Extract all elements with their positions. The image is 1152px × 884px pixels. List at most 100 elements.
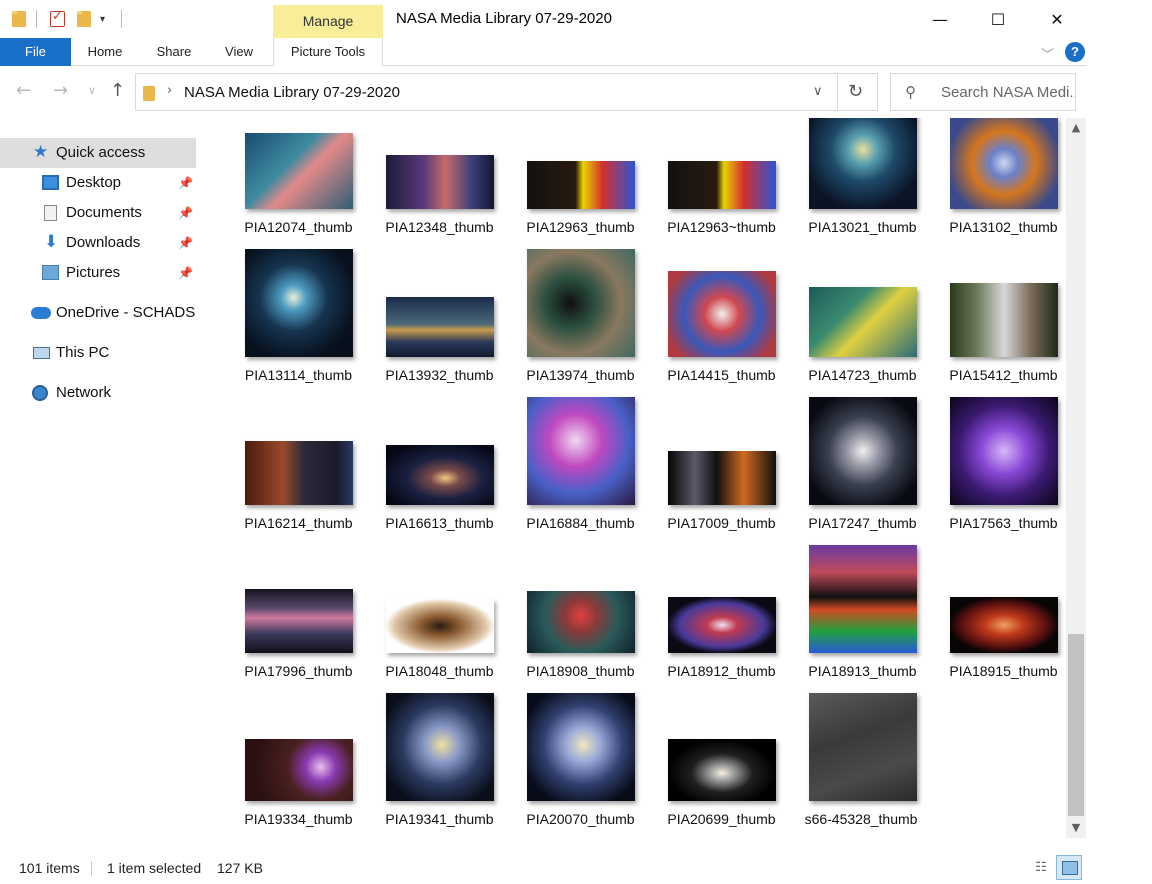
nav-item-label: Pictures <box>66 264 121 281</box>
recent-locations-chevron-icon[interactable]: ∨ <box>88 84 96 97</box>
file-name: PIA17009_thumb <box>667 515 776 531</box>
vertical-scrollbar[interactable]: ▲ ▼ <box>1066 118 1086 838</box>
image-thumbnail <box>244 739 353 801</box>
file-name: PIA19341_thumb <box>385 811 494 827</box>
nav-item-pictures[interactable]: Pictures 📌 <box>0 258 196 288</box>
tab-view[interactable]: View <box>215 38 263 66</box>
pin-icon[interactable]: 📌 <box>178 228 193 258</box>
properties-icon[interactable] <box>50 9 65 29</box>
pin-icon[interactable]: 📌 <box>178 258 193 288</box>
address-dropdown-chevron-icon[interactable]: ∨ <box>813 84 823 99</box>
nav-item-downloads[interactable]: ⬇ Downloads 📌 <box>0 228 196 258</box>
pin-icon[interactable]: 📌 <box>178 168 193 198</box>
back-arrow-icon[interactable]: ← <box>16 80 31 101</box>
thumbnail-frame <box>651 395 792 505</box>
nav-item-label: Desktop <box>66 174 122 191</box>
nav-item-network[interactable]: Network <box>0 378 196 408</box>
toolbar-separator <box>36 10 37 28</box>
image-thumbnail <box>667 161 776 209</box>
expand-ribbon-chevron-icon[interactable]: ﹀ <box>1041 44 1054 63</box>
scrollbar-thumb[interactable] <box>1068 634 1084 816</box>
new-folder-icon[interactable] <box>77 9 91 29</box>
nav-item-quick-access[interactable]: ★ Quick access <box>0 138 196 168</box>
manage-tab-group[interactable]: Manage <box>273 5 383 38</box>
nav-item-label: Network <box>56 384 112 401</box>
nav-item-label: OneDrive - SCHADS <box>56 304 196 321</box>
thumbnail-frame <box>933 395 1066 505</box>
image-thumbnail <box>808 118 917 209</box>
address-bar[interactable]: › NASA Media Library 07-29-2020 ∨ ↻ <box>135 73 878 111</box>
thumbnail-frame <box>651 691 792 801</box>
image-thumbnail <box>385 599 494 653</box>
file-name: PIA17996_thumb <box>244 663 353 679</box>
file-name: PIA13102_thumb <box>949 219 1058 235</box>
file-name: PIA17563_thumb <box>949 515 1058 531</box>
status-divider <box>91 861 92 876</box>
large-icons-view-icon[interactable] <box>1056 855 1082 880</box>
item-count: 101 items <box>19 860 80 876</box>
nav-item-documents[interactable]: Documents 📌 <box>0 198 196 228</box>
thumbnail-frame <box>228 543 369 653</box>
pin-icon[interactable]: 📌 <box>178 198 193 228</box>
tab-home[interactable]: Home <box>79 38 131 66</box>
help-button[interactable]: ? <box>1065 42 1085 62</box>
image-thumbnail <box>949 397 1058 505</box>
search-placeholder: Search NASA Medi... <box>941 84 1075 101</box>
tab-file[interactable]: File <box>0 38 71 66</box>
image-thumbnail <box>526 249 635 357</box>
thumbnail-frame <box>792 691 933 801</box>
thumbnail-frame <box>228 395 369 505</box>
file-name: PIA20070_thumb <box>526 811 635 827</box>
file-name: PIA16884_thumb <box>526 515 635 531</box>
thumbnail-frame <box>651 247 792 357</box>
thumbnail-frame <box>228 691 369 801</box>
file-name: PIA14723_thumb <box>808 367 917 383</box>
file-grid: PIA12074_thumb PIA12348_thumb PIA12963_thu… <box>200 118 1066 838</box>
file-name: PIA12963~thumb <box>667 219 776 235</box>
chevron-right-icon[interactable]: › <box>167 83 172 98</box>
image-thumbnail <box>385 693 494 801</box>
nav-item-label: This PC <box>56 344 110 361</box>
up-arrow-icon[interactable]: ↑ <box>110 80 125 101</box>
file-name: PIA18908_thumb <box>526 663 635 679</box>
image-thumbnail <box>808 287 917 357</box>
customize-toolbar-dropdown-icon[interactable]: ▾ <box>100 9 105 29</box>
tab-share[interactable]: Share <box>148 38 200 66</box>
nav-item-label: Documents <box>66 204 142 221</box>
scroll-up-arrow-icon[interactable]: ▲ <box>1066 118 1086 138</box>
search-icon: ⚲ <box>905 83 916 101</box>
tab-picture-tools[interactable]: Picture Tools <box>273 38 383 66</box>
thumbnail-frame <box>933 118 1066 209</box>
scroll-down-arrow-icon[interactable]: ▼ <box>1066 818 1086 838</box>
nav-item-desktop[interactable]: Desktop 📌 <box>0 168 196 198</box>
image-thumbnail <box>949 283 1058 357</box>
maximize-button[interactable]: ☐ <box>968 0 1028 38</box>
thumbnail-frame <box>510 247 651 357</box>
thumbnail-frame <box>228 247 369 357</box>
file-name: s66-45328_thumb <box>804 811 918 827</box>
search-input[interactable]: ⚲ Search NASA Medi... <box>890 73 1076 111</box>
file-name: PIA18912_thumb <box>667 663 776 679</box>
details-view-icon[interactable]: ☷ <box>1030 858 1052 878</box>
image-thumbnail <box>385 155 494 209</box>
image-thumbnail <box>244 249 353 357</box>
image-thumbnail <box>808 693 917 801</box>
title-bar: ▾ Manage NASA Media Library 07-29-2020 —… <box>0 0 1152 38</box>
close-button[interactable]: ✕ <box>1027 0 1087 38</box>
thumbnail-frame <box>369 118 510 209</box>
thumbnail-frame <box>792 118 933 209</box>
folder-icon <box>143 86 155 101</box>
nav-item-onedrive[interactable]: OneDrive - SCHADS <box>0 298 196 328</box>
file-name: PIA13932_thumb <box>385 367 494 383</box>
thumbnail-frame <box>369 691 510 801</box>
address-path[interactable]: NASA Media Library 07-29-2020 <box>184 84 400 101</box>
refresh-icon[interactable]: ↻ <box>848 81 863 102</box>
nav-item-label: Quick access <box>56 144 146 161</box>
nav-item-this-pc[interactable]: This PC <box>0 338 196 368</box>
desktop-icon <box>42 175 59 190</box>
image-thumbnail <box>244 133 353 209</box>
folder-icon[interactable] <box>12 9 26 29</box>
minimize-button[interactable]: — <box>910 0 970 38</box>
forward-arrow-icon[interactable]: → <box>53 80 68 101</box>
selection-status: 1 item selected <box>107 860 202 876</box>
